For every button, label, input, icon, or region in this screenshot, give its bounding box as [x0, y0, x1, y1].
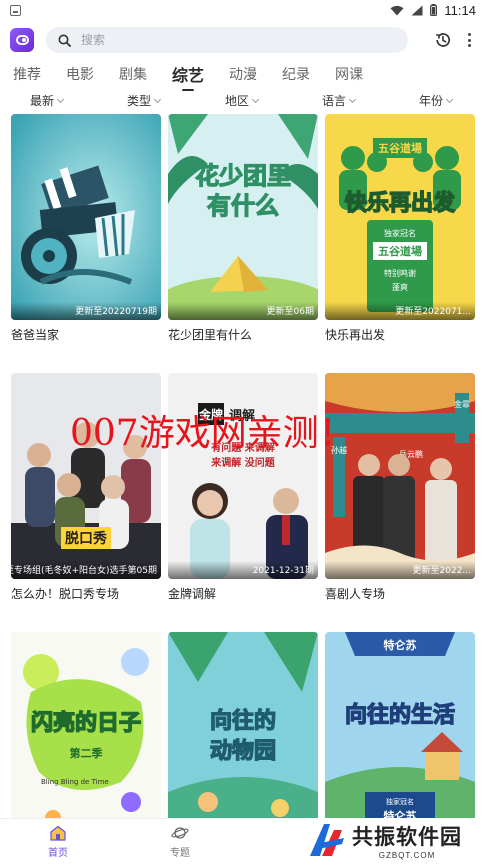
app-logo-icon[interactable]: [10, 28, 34, 52]
card-update-badge: 更新至20220719期: [11, 302, 161, 320]
poster-title: 闪亮的日子: [31, 710, 141, 736]
status-left: [10, 4, 21, 16]
card-title: 爸爸当家: [11, 328, 60, 342]
content-card[interactable]: 五谷道場 快乐再出发 独家冠名 五谷道場 特别鸣谢 蓬爽 更新至2022071.…: [325, 114, 475, 343]
card-update-badge: 2021-12-31期: [168, 561, 318, 579]
category-tabs: 推荐 电影 剧集 综艺 动漫 纪录 网课: [0, 60, 486, 91]
search-input[interactable]: [81, 33, 381, 47]
card-title: 喜剧人专场: [325, 587, 386, 601]
filter-language-label: 语言: [322, 94, 347, 108]
filter-bar: 最新 类型 地区 语言 年份: [0, 88, 486, 112]
card-poster: 花少团里 有什么 更新至06期: [168, 114, 318, 320]
tab-series[interactable]: 剧集: [119, 64, 147, 84]
poster-sponsor-top: 五谷道場: [378, 141, 422, 155]
poster-subtitle: Bling Bling de Time: [41, 778, 109, 786]
filter-region[interactable]: 地区: [225, 92, 260, 109]
status-time: 11:14: [444, 2, 476, 18]
tab-variety[interactable]: 综艺: [172, 62, 204, 91]
tab-anime[interactable]: 动漫: [229, 64, 257, 84]
nav-topics[interactable]: 专题: [170, 825, 190, 859]
card-poster: 向往的 动物园: [168, 632, 318, 838]
poster-title-line-1: 向往的: [210, 708, 276, 734]
planet-icon: [171, 827, 189, 839]
content-card[interactable]: 更新至20220719期 爸爸当家: [11, 114, 161, 343]
card-update-badge: 更新至06期: [168, 302, 318, 320]
tab-online-course[interactable]: 网课: [335, 64, 363, 84]
chevron-down-icon: [445, 95, 454, 103]
nav-home-label: 首页: [48, 848, 68, 859]
status-bar: 11:14: [0, 0, 486, 20]
content-card[interactable]: 向往的 动物园: [168, 632, 318, 844]
content-card[interactable]: 特仑苏 向往的生活 独家冠名 特仑苏: [325, 632, 475, 844]
history-icon[interactable]: [434, 31, 452, 49]
card-update-badge: 更新至2022...: [325, 561, 475, 579]
card-title: 快乐再出发: [325, 328, 386, 342]
chevron-down-icon: [251, 95, 260, 103]
tab-documentary[interactable]: 纪录: [282, 64, 310, 84]
chevron-down-icon: [56, 95, 65, 103]
battery-icon: [430, 4, 438, 16]
chevron-down-icon: [153, 95, 162, 103]
content-card[interactable]: 闪亮的日子 第二季 Bling Bling de Time: [11, 632, 161, 844]
card-poster: 特仑苏 向往的生活 独家冠名 特仑苏: [325, 632, 475, 838]
poster-title: 向往的生活: [345, 702, 455, 728]
watermark-text: 007游戏网亲测！: [70, 413, 355, 454]
filter-year-label: 年份: [419, 94, 444, 108]
poster-sponsor-label: 独家冠名: [384, 228, 416, 238]
card-update-badge: 更新至专场组(毛冬奴+阳台女)选手第05期: [11, 561, 161, 579]
site-logo: 共振软件园 GZBQT.COM: [306, 818, 486, 862]
poster-brand-top: 特仑苏: [384, 638, 417, 652]
status-right: 11:14: [390, 3, 476, 18]
card-title: 花少团里有什么: [168, 328, 253, 342]
card-title: 金牌调解: [168, 587, 217, 601]
home-icon: [50, 825, 66, 841]
filter-type-label: 类型: [127, 94, 152, 108]
poster-season: 第二季: [70, 746, 104, 760]
poster-sponsor-label: 独家冠名: [386, 797, 414, 806]
filter-language[interactable]: 语言: [322, 92, 357, 109]
tab-movie[interactable]: 电影: [66, 64, 94, 84]
top-actions: [434, 31, 476, 49]
poster-performer-3: 金霏: [454, 399, 470, 409]
site-logo-name: 共振软件园: [352, 824, 462, 849]
poster-title: 快乐再出发: [345, 190, 456, 216]
filter-year[interactable]: 年份: [419, 92, 454, 109]
poster-title-line-1: 花少团里: [195, 162, 291, 190]
top-bar: [0, 20, 486, 60]
content-card[interactable]: 花少团里 有什么 更新至06期 花少团里有什么: [168, 114, 318, 343]
poster-thanks-label: 特别鸣谢: [384, 268, 416, 278]
card-poster: 更新至20220719期: [11, 114, 161, 320]
filter-region-label: 地区: [225, 94, 250, 108]
site-logo-domain: GZBQT.COM: [378, 850, 436, 860]
more-options-icon[interactable]: [466, 33, 472, 47]
poster-thanks-name: 蓬爽: [392, 282, 408, 292]
search-box[interactable]: [46, 27, 408, 53]
poster-title-line-2: 有什么: [207, 192, 279, 220]
poster-slogan-2: 来调解 没问题: [210, 456, 275, 469]
filter-latest[interactable]: 最新: [30, 92, 65, 109]
tab-recommend[interactable]: 推荐: [13, 64, 41, 84]
nav-topics-label: 专题: [170, 848, 190, 859]
nav-home[interactable]: 首页: [48, 825, 68, 859]
card-poster: 五谷道場 快乐再出发 独家冠名 五谷道場 特别鸣谢 蓬爽 更新至2022071.…: [325, 114, 475, 320]
site-logo-icon: [310, 824, 344, 856]
card-title: 怎么办！脱口秀专场: [11, 587, 120, 601]
filter-type[interactable]: 类型: [127, 92, 162, 109]
poster-title: 脱口秀: [65, 530, 108, 547]
poster-title-line-2: 动物园: [210, 738, 276, 764]
chevron-down-icon: [348, 95, 357, 103]
wifi-icon: [390, 5, 404, 15]
poster-sponsor-name: 五谷道場: [378, 244, 422, 258]
signal-icon: [411, 5, 423, 15]
filter-latest-label: 最新: [30, 94, 55, 108]
search-icon: [58, 34, 71, 47]
card-update-badge: 更新至2022071...: [325, 302, 475, 320]
sim-icon: [10, 4, 21, 16]
card-poster: 闪亮的日子 第二季 Bling Bling de Time: [11, 632, 161, 838]
